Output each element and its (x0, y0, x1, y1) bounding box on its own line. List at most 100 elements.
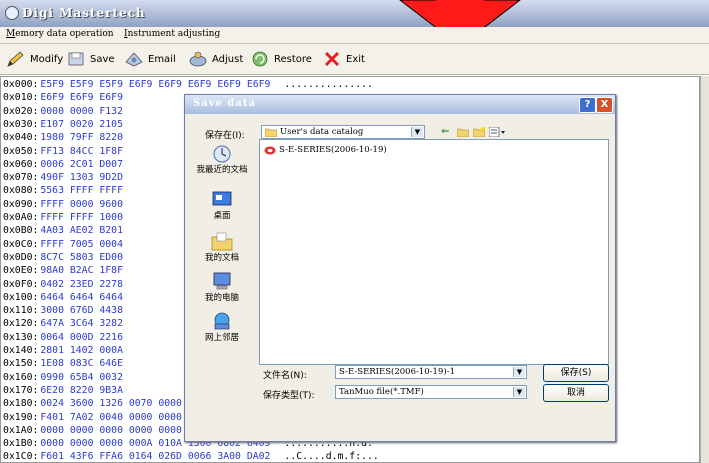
hex-row[interactable]: 0x170: 6E20 8220 9B3A (3, 384, 123, 397)
my-computer-icon (213, 272, 231, 290)
hex-address: 0x120: (3, 318, 39, 330)
file-name: S-E-SERIES(2006-10-19) (279, 145, 387, 155)
hex-row[interactable]: 0x000: E5F9 E5F9 E5F9 E6F9 E6F9 E6F9 E6F9… (3, 78, 373, 91)
hex-values: 0990 65B4 0032 (40, 371, 123, 383)
hex-address: 0x130: (3, 331, 39, 343)
place-network[interactable]: 网上邻居 (189, 311, 255, 343)
dialog-titlebar: Save data ? X (185, 95, 615, 114)
hex-row[interactable]: 0x130: 0064 000D 2216 (3, 331, 123, 344)
hex-values: 0402 23ED 2278 (40, 278, 123, 290)
place-label: 桌面 (213, 211, 231, 221)
hex-row[interactable]: 0x070: 490F 1303 9D2D (3, 171, 123, 184)
email-icon (125, 52, 143, 67)
place-recent-documents[interactable]: 我最近的文档 (189, 143, 255, 175)
save-button[interactable]: Save (66, 50, 115, 68)
hex-row[interactable]: 0x0D0: 8C7C 5803 ED00 (3, 251, 123, 264)
hex-address: 0x0C0: (3, 238, 39, 250)
hex-address: 0x0D0: (3, 251, 39, 263)
hex-row[interactable]: 0x090: FFFF 0000 9600 (3, 198, 123, 211)
view-menu-icon[interactable] (489, 127, 505, 137)
place-my-computer[interactable]: 我的电脑 (189, 271, 255, 303)
hex-address: 0x180: (3, 398, 39, 410)
dialog-title: Save data (193, 98, 256, 109)
modify-button[interactable]: Modify (6, 50, 63, 68)
file-item[interactable]: S-E-SERIES(2006-10-19) (264, 145, 387, 155)
place-label: 网上邻居 (204, 333, 239, 343)
exit-button[interactable]: Exit (322, 50, 365, 68)
hex-row[interactable]: 0x120: 647A 3C64 3282 (3, 317, 123, 330)
save-in-select[interactable]: User's data catalog ▼ (261, 125, 425, 139)
hex-row[interactable]: 0x0E0: 98A0 B2AC 1F8F (3, 264, 123, 277)
restore-button[interactable]: Restore (250, 50, 312, 68)
hex-row[interactable]: 0x0B0: 4A03 AE02 B201 (3, 224, 123, 237)
hex-row[interactable]: 0x140: 2801 1402 000A (3, 344, 123, 357)
email-button[interactable]: Email (124, 50, 176, 68)
file-list[interactable]: S-E-SERIES(2006-10-19) (259, 139, 609, 365)
hex-values: 98A0 B2AC 1F8F (40, 265, 123, 277)
hex-values: 8C7C 5803 ED00 (40, 251, 123, 263)
hex-values: E6F9 E6F9 E6F9 (40, 92, 123, 104)
hex-address: 0x060: (3, 158, 39, 170)
hex-values: 6E20 8220 9B3A (40, 384, 123, 396)
hex-values: FFFF 0000 9600 (40, 198, 123, 210)
hex-row[interactable]: 0x0C0: FFFF 7005 0004 (3, 238, 123, 251)
menu-memory-data-operation[interactable]: Memory data operation (6, 29, 114, 39)
pencil-icon (7, 51, 24, 67)
hex-address: 0x190: (3, 411, 39, 423)
hex-row[interactable]: 0x0A0: FFFF FFFF 1000 (3, 211, 123, 224)
up-folder-icon[interactable] (457, 127, 469, 137)
hex-row[interactable]: 0x010: E6F9 E6F9 E6F9 (3, 91, 123, 104)
menu-instrument-adjusting[interactable]: Instrument adjusting (124, 29, 220, 39)
hex-row[interactable]: 0x050: FF13 84CC 1F8F (3, 145, 123, 158)
file-icon (264, 146, 276, 154)
hex-address: 0x050: (3, 145, 39, 157)
hex-values: F601 43F6 FFA6 0164 026D 0066 3A00 DA02 (40, 451, 271, 463)
chevron-down-icon: ▼ (513, 367, 525, 377)
filename-label: 文件名(N): (263, 371, 307, 381)
hex-values: 4A03 AE02 B201 (40, 225, 123, 237)
hex-row[interactable]: 0x100: 6464 6464 6464 (3, 291, 123, 304)
desktop-icon (212, 191, 232, 206)
hex-row[interactable]: 0x030: E107 0020 2105 (3, 118, 123, 131)
hex-row[interactable]: 0x040: 1980 79FF 8220 (3, 131, 123, 144)
hex-values: 647A 3C64 3282 (40, 318, 123, 330)
hex-row[interactable]: 0x150: 1E08 083C 646E (3, 357, 123, 370)
hex-values: 0000 0000 F132 (40, 105, 123, 117)
hex-row[interactable]: 0x110: 3000 676D 4438 (3, 304, 123, 317)
back-arrow-icon[interactable]: ⇐ (441, 126, 449, 137)
dialog-cancel-button[interactable]: 取消 (543, 384, 609, 402)
hex-row[interactable]: 0x080: 5563 FFFF FFFF (3, 184, 123, 197)
hex-address: 0x070: (3, 172, 39, 184)
help-button[interactable]: ? (579, 97, 596, 113)
menu-bar: Memory data operation Instrument adjusti… (0, 27, 709, 44)
place-my-documents[interactable]: 我的文档 (189, 231, 255, 263)
hex-values: E5F9 E5F9 E5F9 E6F9 E6F9 E6F9 E6F9 E6F9 (40, 79, 271, 90)
hex-address: 0x140: (3, 345, 39, 356)
hex-values: FFFF FFFF 1000 (40, 212, 123, 223)
filetype-value: TanMuo file(*.TMF) (339, 387, 424, 397)
save-icon (68, 52, 84, 66)
hex-values: 1980 79FF 8220 (40, 132, 123, 144)
hex-values: 0064 000D 2216 (40, 331, 123, 343)
toolbar: Modify Save Email Adjust Restore Exit (0, 44, 709, 75)
adjust-icon (189, 51, 207, 67)
hex-values: 1E08 083C 646E (40, 358, 123, 370)
new-folder-icon[interactable] (473, 127, 485, 137)
place-desktop[interactable]: 桌面 (189, 189, 255, 221)
hex-row[interactable]: 0x1C0: F601 43F6 FFA6 0164 026D 0066 3A00… (3, 450, 379, 463)
adjust-button[interactable]: Adjust (188, 50, 243, 68)
hex-row[interactable]: 0x020: 0000 0000 F132 (3, 105, 123, 118)
close-button[interactable]: X (596, 97, 613, 113)
hex-ascii: ..C....d.m.f:... (284, 451, 379, 463)
hex-row[interactable]: 0x060: 0006 2C01 D007 (3, 158, 123, 171)
vertical-scrollbar[interactable] (700, 76, 709, 463)
hex-row[interactable]: 0x160: 0990 65B4 0032 (3, 371, 123, 384)
save-label: Save (90, 53, 115, 65)
filename-input[interactable]: S-E-SERIES(2006-10-19)-1 ▼ (335, 365, 527, 379)
places-bar: 我最近的文档 桌面 我的文档 我的电脑 网上邻居 (189, 139, 255, 389)
app-icon (5, 6, 19, 20)
place-label: 我最近的文档 (196, 165, 248, 175)
filetype-select[interactable]: TanMuo file(*.TMF) ▼ (335, 385, 527, 399)
hex-row[interactable]: 0x0F0: 0402 23ED 2278 (3, 278, 123, 291)
dialog-save-button[interactable]: 保存(S) (543, 364, 609, 382)
